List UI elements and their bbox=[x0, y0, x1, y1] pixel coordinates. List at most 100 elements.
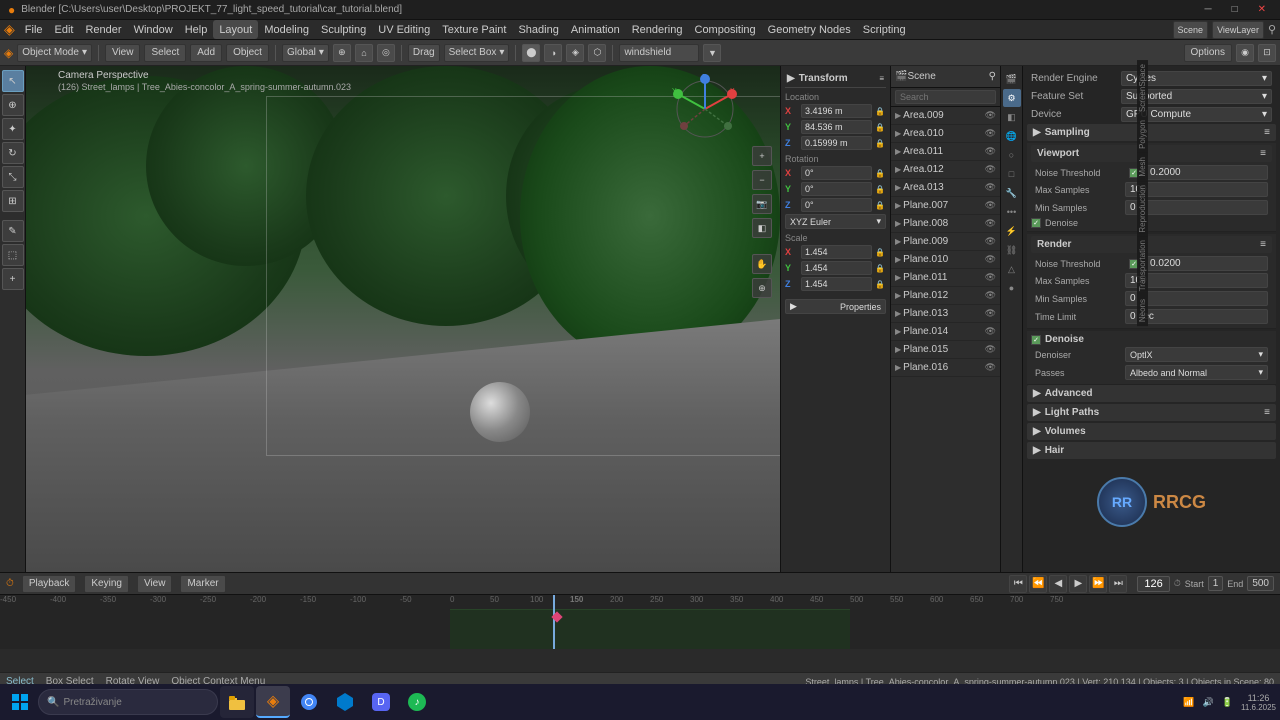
lock-ry-icon[interactable]: 🔒 bbox=[874, 183, 886, 195]
rotation-x-field[interactable]: 0° bbox=[801, 166, 872, 180]
denoiser-dropdown[interactable]: OptlX ▾ bbox=[1125, 347, 1268, 362]
animation-tab[interactable]: Animation bbox=[565, 20, 626, 39]
denoise-section-header[interactable]: Denoise bbox=[1045, 334, 1272, 345]
outliner-item[interactable]: ▶ Plane.013 👁 bbox=[891, 305, 1000, 323]
visibility-icon[interactable]: 👁 bbox=[985, 254, 996, 265]
rotate-tool[interactable]: ↻ bbox=[2, 142, 24, 164]
play-reverse-button[interactable]: ◀ bbox=[1049, 575, 1067, 593]
menu-window[interactable]: Window bbox=[128, 20, 179, 39]
persp-ortho-button[interactable]: ◧ bbox=[752, 218, 772, 238]
transform-options-icon[interactable]: ≡ bbox=[879, 74, 884, 83]
compositing-tab[interactable]: Compositing bbox=[689, 20, 762, 39]
location-x-field[interactable]: 3.4196 m bbox=[801, 104, 872, 118]
object-mode-dropdown[interactable]: Object Mode ▾ bbox=[17, 44, 92, 62]
taskbar-blender[interactable]: ◈ bbox=[256, 686, 290, 718]
marker-menu[interactable]: Marker bbox=[180, 575, 225, 593]
scripting-tab[interactable]: Scripting bbox=[857, 20, 912, 39]
sculpting-tab[interactable]: Sculpting bbox=[315, 20, 372, 39]
world-properties-icon[interactable]: ○ bbox=[1003, 146, 1021, 164]
taskbar-search[interactable]: 🔍 Pretraživanje bbox=[38, 689, 218, 715]
scale-x-field[interactable]: 1.454 bbox=[801, 245, 872, 259]
outliner-item[interactable]: ▶ Plane.011 👁 bbox=[891, 269, 1000, 287]
lock-sz-icon[interactable]: 🔒 bbox=[874, 278, 886, 290]
end-value[interactable]: 500 bbox=[1247, 576, 1274, 591]
object-menu[interactable]: Object bbox=[226, 44, 269, 62]
zoom-out-button[interactable]: − bbox=[752, 170, 772, 190]
scale-y-field[interactable]: 1.454 bbox=[801, 261, 872, 275]
hand-tool-button[interactable]: ✋ bbox=[752, 254, 772, 274]
camera-view-button[interactable]: 📷 bbox=[752, 194, 772, 214]
lock-y-icon[interactable]: 🔒 bbox=[874, 121, 886, 133]
shading-tab[interactable]: Shading bbox=[512, 20, 564, 39]
visibility-icon[interactable]: 👁 bbox=[985, 308, 996, 319]
cursor-icon-button[interactable]: ⊕ bbox=[752, 278, 772, 298]
texture-paint-tab[interactable]: Texture Paint bbox=[436, 20, 512, 39]
visibility-icon[interactable]: 👁 bbox=[985, 362, 996, 373]
view-layer-selector[interactable]: ViewLayer bbox=[1212, 21, 1264, 39]
menu-help[interactable]: Help bbox=[179, 20, 214, 39]
render-noise-checkbox[interactable]: ✓ bbox=[1129, 259, 1139, 269]
start-button[interactable] bbox=[4, 686, 36, 718]
object-properties-icon[interactable]: □ bbox=[1003, 165, 1021, 183]
zoom-in-button[interactable]: + bbox=[752, 146, 772, 166]
outliner-item[interactable]: ▶ Plane.015 👁 bbox=[891, 341, 1000, 359]
render-mode-wireframe[interactable]: ⬡ bbox=[588, 44, 606, 62]
passes-dropdown[interactable]: Albedo and Normal ▾ bbox=[1125, 365, 1268, 380]
move-tool[interactable]: ✦ bbox=[2, 118, 24, 140]
outliner-search-icon[interactable]: ⚲ bbox=[989, 71, 996, 82]
denoise-section-checkbox[interactable]: ✓ bbox=[1031, 335, 1041, 345]
render-mode-rendered[interactable]: ◈ bbox=[566, 44, 584, 62]
transform-tool[interactable]: ⊞ bbox=[2, 190, 24, 212]
outliner-item[interactable]: ▶ Plane.016 👁 bbox=[891, 359, 1000, 377]
lock-rx-icon[interactable]: 🔒 bbox=[874, 167, 886, 179]
volumes-section-header[interactable]: ▶ Volumes bbox=[1027, 423, 1276, 440]
modeling-tab[interactable]: Modeling bbox=[258, 20, 315, 39]
playback-menu[interactable]: Playback bbox=[22, 575, 77, 593]
play-button[interactable]: ▶ bbox=[1069, 575, 1087, 593]
outliner-item[interactable]: ▶ Area.013 👁 bbox=[891, 179, 1000, 197]
outliner-item[interactable]: ▶ Area.011 👁 bbox=[891, 143, 1000, 161]
properties-dropdown[interactable]: ▶ Properties bbox=[785, 299, 886, 314]
render-noise-value[interactable]: 0.0200 bbox=[1145, 256, 1268, 271]
search-icon[interactable]: ⚲ bbox=[1268, 23, 1276, 36]
proportional-editing[interactable]: ◎ bbox=[377, 44, 395, 62]
outliner-item[interactable]: ▶ Plane.008 👁 bbox=[891, 215, 1000, 233]
transform-pivot-dropdown[interactable]: ⊕ bbox=[333, 44, 351, 62]
feature-set-dropdown[interactable]: Supported ▾ bbox=[1121, 89, 1272, 104]
editor-type-icon[interactable]: ◈ bbox=[4, 46, 13, 60]
snapping-toggle[interactable]: ⌂ bbox=[355, 44, 373, 62]
outliner-item[interactable]: ▶ Plane.009 👁 bbox=[891, 233, 1000, 251]
scale-tool[interactable]: ⤡ bbox=[2, 166, 24, 188]
timeline-editor-icon[interactable]: ⏱ bbox=[6, 578, 14, 589]
lock-sx-icon[interactable]: 🔒 bbox=[874, 246, 886, 258]
taskbar-file-explorer[interactable] bbox=[220, 686, 254, 718]
jump-start-button[interactable]: ⏮ bbox=[1009, 575, 1027, 593]
material-properties-icon[interactable]: ● bbox=[1003, 279, 1021, 297]
timeline-track[interactable]: -450 -400 -350 -300 -250 -200 -150 -100 … bbox=[0, 595, 1280, 649]
search-input[interactable]: windshield bbox=[619, 44, 699, 62]
time-limit-value[interactable]: 0 sec bbox=[1125, 309, 1268, 324]
hair-section-header[interactable]: ▶ Hair bbox=[1027, 442, 1276, 459]
lock-x-icon[interactable]: 🔒 bbox=[874, 105, 886, 117]
outliner-search-input[interactable] bbox=[895, 90, 996, 104]
select-box-dropdown[interactable]: Select Box ▾ bbox=[444, 44, 510, 62]
outliner-item[interactable]: ▶ Plane.007 👁 bbox=[891, 197, 1000, 215]
visibility-icon[interactable]: 👁 bbox=[985, 182, 996, 193]
close-button[interactable]: ✕ bbox=[1252, 4, 1272, 15]
render-min-value[interactable]: 0 bbox=[1125, 291, 1268, 306]
filter-icon[interactable]: ▼ bbox=[703, 44, 721, 62]
section-options-icon[interactable]: ≡ bbox=[1264, 127, 1270, 138]
scene-properties-icon[interactable]: 🌐 bbox=[1003, 127, 1021, 145]
light-paths-options-icon[interactable]: ≡ bbox=[1264, 407, 1270, 418]
lock-rz-icon[interactable]: 🔒 bbox=[874, 199, 886, 211]
visibility-icon[interactable]: 👁 bbox=[985, 164, 996, 175]
location-z-field[interactable]: 0.15999 m bbox=[801, 136, 872, 150]
visibility-icon[interactable]: 👁 bbox=[985, 236, 996, 247]
scale-z-field[interactable]: 1.454 bbox=[801, 277, 872, 291]
lock-sy-icon[interactable]: 🔒 bbox=[874, 262, 886, 274]
physics-icon[interactable]: ⚡ bbox=[1003, 222, 1021, 240]
rotation-z-field[interactable]: 0° bbox=[801, 198, 872, 212]
max-samples-value[interactable]: 100 bbox=[1125, 182, 1268, 197]
visibility-icon[interactable]: 👁 bbox=[985, 326, 996, 337]
render-section-header[interactable]: Render ≡ bbox=[1031, 236, 1272, 253]
